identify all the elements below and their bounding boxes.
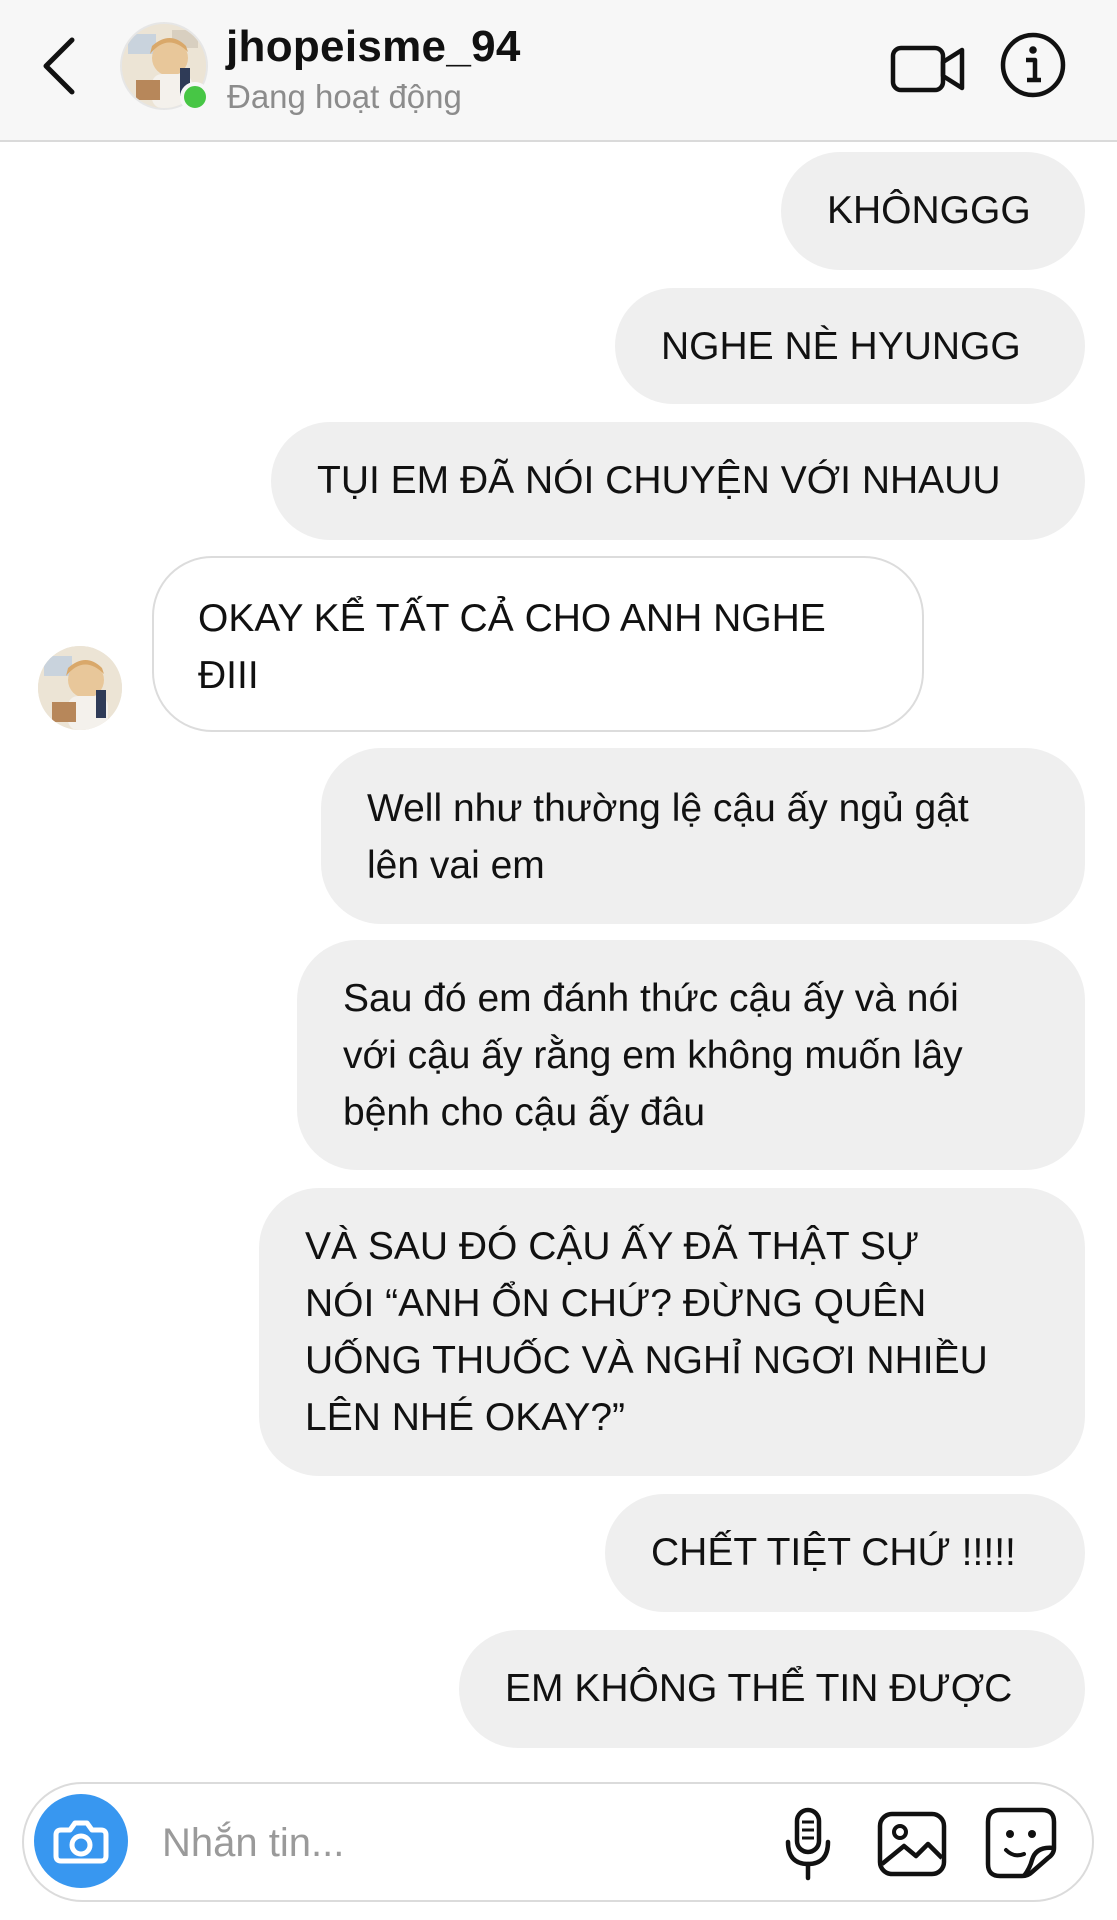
sender-avatar[interactable]: [38, 646, 122, 730]
avatar-image: [38, 646, 122, 730]
video-camera-icon[interactable]: [890, 38, 966, 98]
image-icon[interactable]: [876, 1808, 948, 1880]
message-bubble-outgoing[interactable]: EM KHÔNG THỂ TIN ĐƯỢC: [459, 1630, 1085, 1748]
chevron-left-icon[interactable]: [38, 34, 84, 98]
info-icon[interactable]: [998, 30, 1068, 100]
online-status-dot: [180, 82, 210, 112]
microphone-icon[interactable]: [780, 1806, 836, 1882]
message-bubble-outgoing[interactable]: CHẾT TIỆT CHỨ !!!!!: [605, 1494, 1085, 1612]
message-input[interactable]: [160, 1812, 724, 1874]
message-bubble-incoming[interactable]: OKAY KỂ TẤT CẢ CHO ANH NGHE ĐIII: [152, 556, 924, 732]
chat-header: jhopeisme_94 Đang hoạt động: [0, 0, 1117, 142]
activity-status: Đang hoạt động: [227, 78, 462, 115]
message-bubble-outgoing[interactable]: Well như thường lệ cậu ấy ngủ gật lên va…: [321, 748, 1085, 924]
message-bubble-outgoing[interactable]: NGHE NÈ HYUNGG: [615, 288, 1085, 404]
camera-icon: [53, 1820, 109, 1864]
message-bubble-outgoing[interactable]: Sau đó em đánh thức cậu ấy và nói với cậ…: [297, 940, 1085, 1170]
message-bubble-outgoing[interactable]: VÀ SAU ĐÓ CẬU ẤY ĐÃ THẬT SỰ NÓI “ANH ỔN …: [259, 1188, 1085, 1476]
message-bubble-outgoing[interactable]: TỤI EM ĐÃ NÓI CHUYỆN VỚI NHAUU: [271, 422, 1085, 540]
sticker-icon[interactable]: [984, 1806, 1058, 1880]
camera-button[interactable]: [34, 1794, 128, 1888]
chat-username[interactable]: jhopeisme_94: [226, 22, 521, 72]
message-bubble-outgoing[interactable]: KHÔNGGG: [781, 152, 1085, 270]
